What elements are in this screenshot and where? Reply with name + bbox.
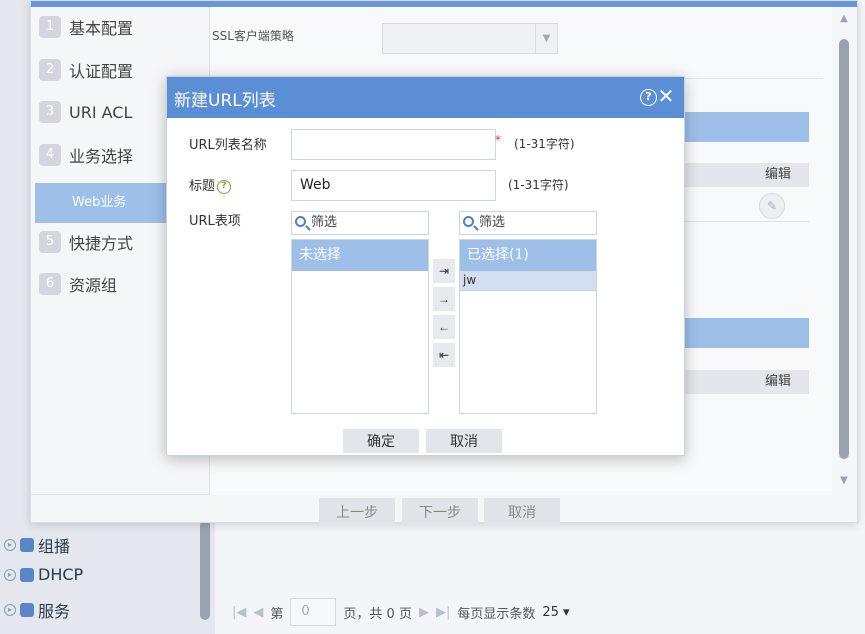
- pagination: |◀ ◀ 第 0 页，共 0 页 ▶ ▶| 每页显示条数 25 ▾: [232, 598, 570, 626]
- wizard-divider: [31, 494, 209, 495]
- scrollbar-thumb[interactable]: [839, 39, 849, 459]
- edit-column-header: 编辑: [681, 163, 809, 187]
- nav-item-dhcp[interactable]: ▸ DHCP: [4, 565, 83, 584]
- expand-icon: ▸: [4, 568, 16, 581]
- wizard-scrollbar[interactable]: ▲ ▼: [837, 11, 851, 489]
- selected-list[interactable]: 已选择(1) jw: [459, 239, 597, 414]
- multicast-icon: [20, 538, 34, 552]
- selected-filter-input[interactable]: 筛选: [459, 211, 597, 235]
- service-icon: [20, 603, 34, 617]
- ssl-client-policy-label: SSL客户端策略: [212, 29, 294, 43]
- wizard-cancel-button[interactable]: 取消: [484, 498, 560, 526]
- edit-icon[interactable]: ✎: [759, 193, 785, 219]
- step-resource-group[interactable]: 6 资源组: [39, 269, 117, 299]
- move-all-right-button[interactable]: ⇥: [433, 259, 455, 283]
- page-number-input[interactable]: 0: [290, 598, 337, 626]
- dialog-title: 新建URL列表: [174, 91, 276, 111]
- page-size-select[interactable]: 25 ▾: [542, 605, 569, 620]
- search-icon: [295, 216, 306, 227]
- nav-item-service[interactable]: ▸ 服务: [4, 598, 70, 622]
- url-list-name-input[interactable]: [291, 129, 496, 160]
- sidebar-scrollbar[interactable]: [200, 520, 210, 620]
- move-all-left-button[interactable]: ⇤: [433, 343, 455, 367]
- list-item[interactable]: jw: [460, 271, 596, 291]
- cancel-button[interactable]: 取消: [426, 429, 502, 453]
- nav-item-multicast[interactable]: ▸ 组播: [4, 533, 70, 557]
- dhcp-icon: [20, 567, 34, 582]
- edit-column-header: 编辑: [681, 370, 809, 394]
- help-icon[interactable]: ?: [217, 179, 232, 194]
- expand-icon: ▸: [4, 604, 16, 616]
- new-url-list-dialog: 新建URL列表 ? ✕ URL列表名称 * (1-31字符) 标题? Web (…: [166, 76, 685, 456]
- move-left-button[interactable]: ←: [433, 315, 455, 339]
- section-header: [681, 318, 809, 348]
- step-uri-acl[interactable]: 3 URI ACL: [39, 97, 132, 127]
- scroll-up-icon[interactable]: ▲: [837, 13, 851, 24]
- selected-list-header: 已选择(1): [460, 240, 596, 271]
- close-icon[interactable]: ✕: [657, 86, 675, 106]
- title-label: 标题?: [189, 175, 232, 194]
- step-service-select[interactable]: 4 业务选择: [39, 140, 133, 170]
- scroll-down-icon[interactable]: ▼: [837, 475, 851, 486]
- dialog-header: 新建URL列表 ? ✕: [167, 77, 684, 118]
- url-items-label: URL表项: [189, 214, 241, 229]
- url-list-name-label: URL列表名称: [189, 138, 267, 153]
- name-hint: (1-31字符): [514, 137, 575, 151]
- step-shortcut[interactable]: 5 快捷方式: [39, 227, 133, 257]
- step-basic-config[interactable]: 1 基本配置: [39, 12, 133, 42]
- move-right-button[interactable]: →: [433, 287, 455, 311]
- unselected-list[interactable]: 未选择: [291, 239, 429, 414]
- help-icon[interactable]: ?: [640, 89, 657, 106]
- title-hint: (1-31字符): [508, 178, 569, 192]
- prev-step-button[interactable]: 上一步: [319, 498, 395, 526]
- first-page-icon[interactable]: |◀: [232, 605, 246, 620]
- search-icon: [463, 216, 474, 227]
- section-header: [681, 112, 809, 142]
- last-page-icon[interactable]: ▶|: [436, 605, 450, 620]
- ok-button[interactable]: 确定: [343, 429, 419, 453]
- expand-icon: ▸: [4, 539, 16, 551]
- prev-page-icon[interactable]: ◀: [253, 605, 263, 620]
- divider: [681, 221, 809, 222]
- required-marker: *: [495, 133, 501, 147]
- unselected-filter-input[interactable]: 筛选: [291, 211, 429, 235]
- step-auth-config[interactable]: 2 认证配置: [39, 55, 133, 85]
- title-input[interactable]: Web: [291, 170, 496, 201]
- next-page-icon[interactable]: ▶: [419, 605, 429, 620]
- next-step-button[interactable]: 下一步: [402, 498, 478, 526]
- step-web-service[interactable]: Web业务: [35, 183, 169, 223]
- unselected-list-header: 未选择: [292, 240, 428, 271]
- ssl-client-policy-select[interactable]: ▼: [382, 23, 558, 54]
- chevron-down-icon: ▼: [535, 24, 557, 53]
